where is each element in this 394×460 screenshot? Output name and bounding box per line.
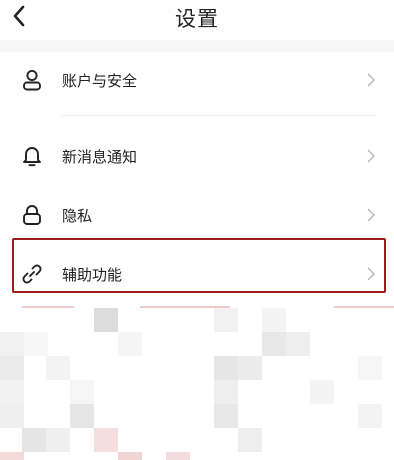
settings-item-label: 账户与安全 bbox=[62, 71, 138, 90]
settings-item-privacy[interactable]: 隐私 bbox=[0, 187, 394, 243]
settings-item-label: 隐私 bbox=[62, 206, 93, 225]
settings-item-label: 新消息通知 bbox=[62, 147, 138, 166]
chevron-right-icon bbox=[367, 73, 375, 87]
chevron-right-icon bbox=[367, 208, 375, 222]
settings-item-accessibility[interactable]: 辅助功能 bbox=[0, 246, 394, 302]
chevron-right-icon bbox=[367, 267, 375, 281]
link-icon bbox=[22, 264, 42, 284]
chevron-right-icon bbox=[367, 149, 375, 163]
section-divider bbox=[62, 115, 376, 116]
top-bar: 设置 bbox=[0, 0, 394, 40]
settings-item-account-security[interactable]: 账户与安全 bbox=[0, 52, 394, 108]
pixelated-content-area bbox=[0, 300, 394, 460]
person-icon bbox=[23, 69, 41, 91]
settings-item-label: 辅助功能 bbox=[62, 265, 123, 284]
page-title: 设置 bbox=[175, 7, 219, 31]
settings-item-notifications[interactable]: 新消息通知 bbox=[0, 128, 394, 184]
bell-icon bbox=[23, 147, 41, 167]
lock-icon bbox=[23, 205, 41, 225]
